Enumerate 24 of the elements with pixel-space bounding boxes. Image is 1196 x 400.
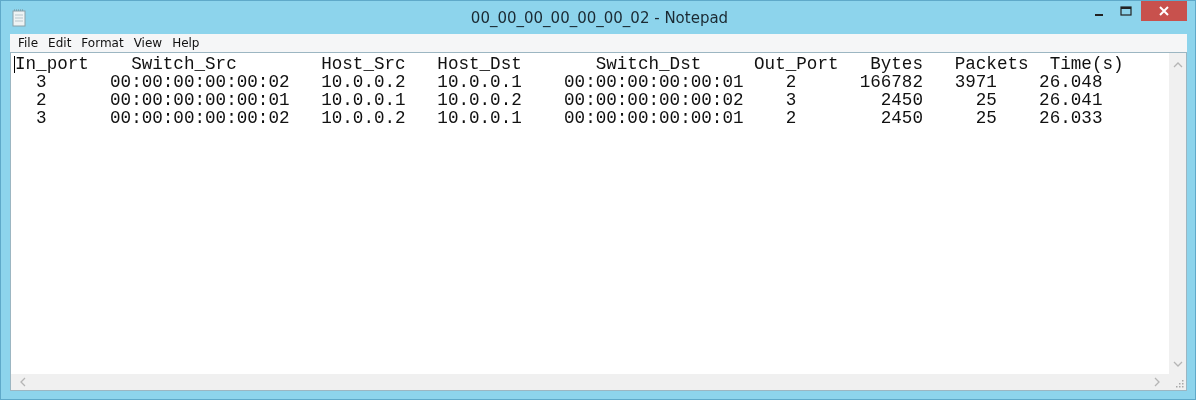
maximize-icon — [1119, 6, 1132, 16]
resize-grip-icon[interactable] — [1175, 379, 1184, 388]
text-cursor — [14, 56, 15, 73]
scroll-right-icon[interactable] — [1153, 377, 1161, 387]
horizontal-scrollbar[interactable] — [11, 374, 1169, 390]
vertical-scrollbar[interactable] — [1169, 53, 1186, 374]
scroll-left-icon[interactable] — [19, 377, 27, 387]
text-area[interactable] — [10, 52, 1187, 391]
menu-item[interactable]: Format — [76, 36, 129, 50]
menu-item[interactable]: Help — [167, 36, 205, 50]
text-line: 3 00:00:00:00:00:02 10.0.0.2 10.0.0.1 00:00:00:00:00:01 2 166782 3971 26.048 — [36, 73, 1103, 91]
menu-item[interactable]: View — [128, 36, 168, 50]
window-title: 00_00_00_00_00_00_02 - Notepad — [469, 8, 730, 27]
text-line: 3 00:00:00:00:00:02 10.0.0.2 10.0.0.1 00:00:00:00:00:01 2 2450 25 26.033 — [35, 109, 1104, 127]
close-icon — [1158, 6, 1170, 16]
text-line: In_port Switch_Src Host_Src Host_Dst Switch_Dst Out_Port Bytes Packets Time(s) — [15, 55, 1125, 73]
scroll-down-icon[interactable] — [1172, 360, 1183, 368]
menu-item[interactable]: Edit — [43, 36, 77, 50]
notepad-icon — [12, 8, 26, 27]
scroll-up-icon[interactable] — [1172, 61, 1183, 69]
close-button[interactable] — [1141, 1, 1187, 21]
text-line: 2 00:00:00:00:00:01 10.0.0.1 10.0.0.2 00:00:00:00:00:02 3 2450 25 26.041 — [35, 91, 1104, 109]
minimize-icon — [1094, 14, 1103, 16]
menu-item[interactable]: File — [13, 36, 44, 50]
